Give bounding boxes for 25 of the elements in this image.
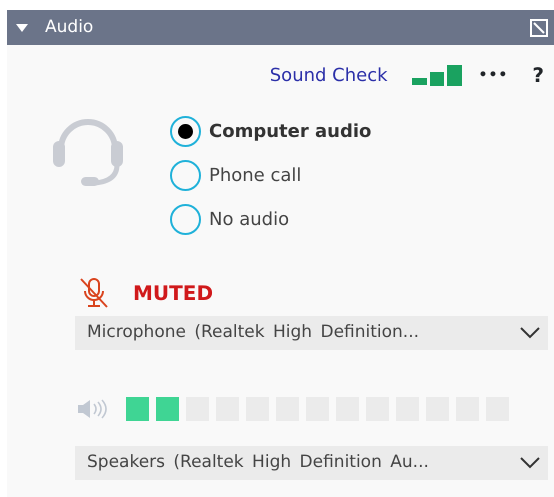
- speaker-volume-icon: [77, 399, 110, 419]
- panel-title: Audio: [45, 16, 94, 39]
- option-label[interactable]: Phone call: [209, 162, 302, 188]
- sound-check-link[interactable]: Sound Check: [270, 62, 388, 88]
- panel-header[interactable]: Audio: [7, 10, 554, 45]
- radio-button[interactable]: [170, 204, 201, 234]
- popout-icon[interactable]: [530, 18, 548, 36]
- radio-button[interactable]: [170, 160, 201, 190]
- device-name: Speakers (Realtek High Definition Au...: [87, 451, 429, 474]
- more-button[interactable]: •••: [478, 64, 508, 86]
- radio-button[interactable]: [170, 116, 201, 146]
- radio-option[interactable]: Computer audio: [170, 109, 372, 153]
- device-name: Microphone (Realtek High Definition...: [87, 321, 420, 344]
- chevron-down-icon: [520, 327, 540, 339]
- option-label[interactable]: No audio: [209, 206, 290, 232]
- speaker-dropdown[interactable]: Speakers (Realtek High Definition Au...: [75, 446, 548, 480]
- microphone-dropdown[interactable]: Microphone (Realtek High Definition...: [75, 316, 548, 350]
- muted-microphone-icon: [79, 277, 109, 309]
- radio-option[interactable]: Phone call: [170, 153, 372, 197]
- muted-label: MUTED: [133, 280, 214, 307]
- option-label[interactable]: Computer audio: [209, 118, 372, 144]
- signal-strength-icon: [412, 64, 463, 86]
- radio-option[interactable]: No audio: [170, 197, 372, 241]
- chevron-down-icon: [520, 457, 540, 469]
- help-button[interactable]: ?: [532, 60, 544, 90]
